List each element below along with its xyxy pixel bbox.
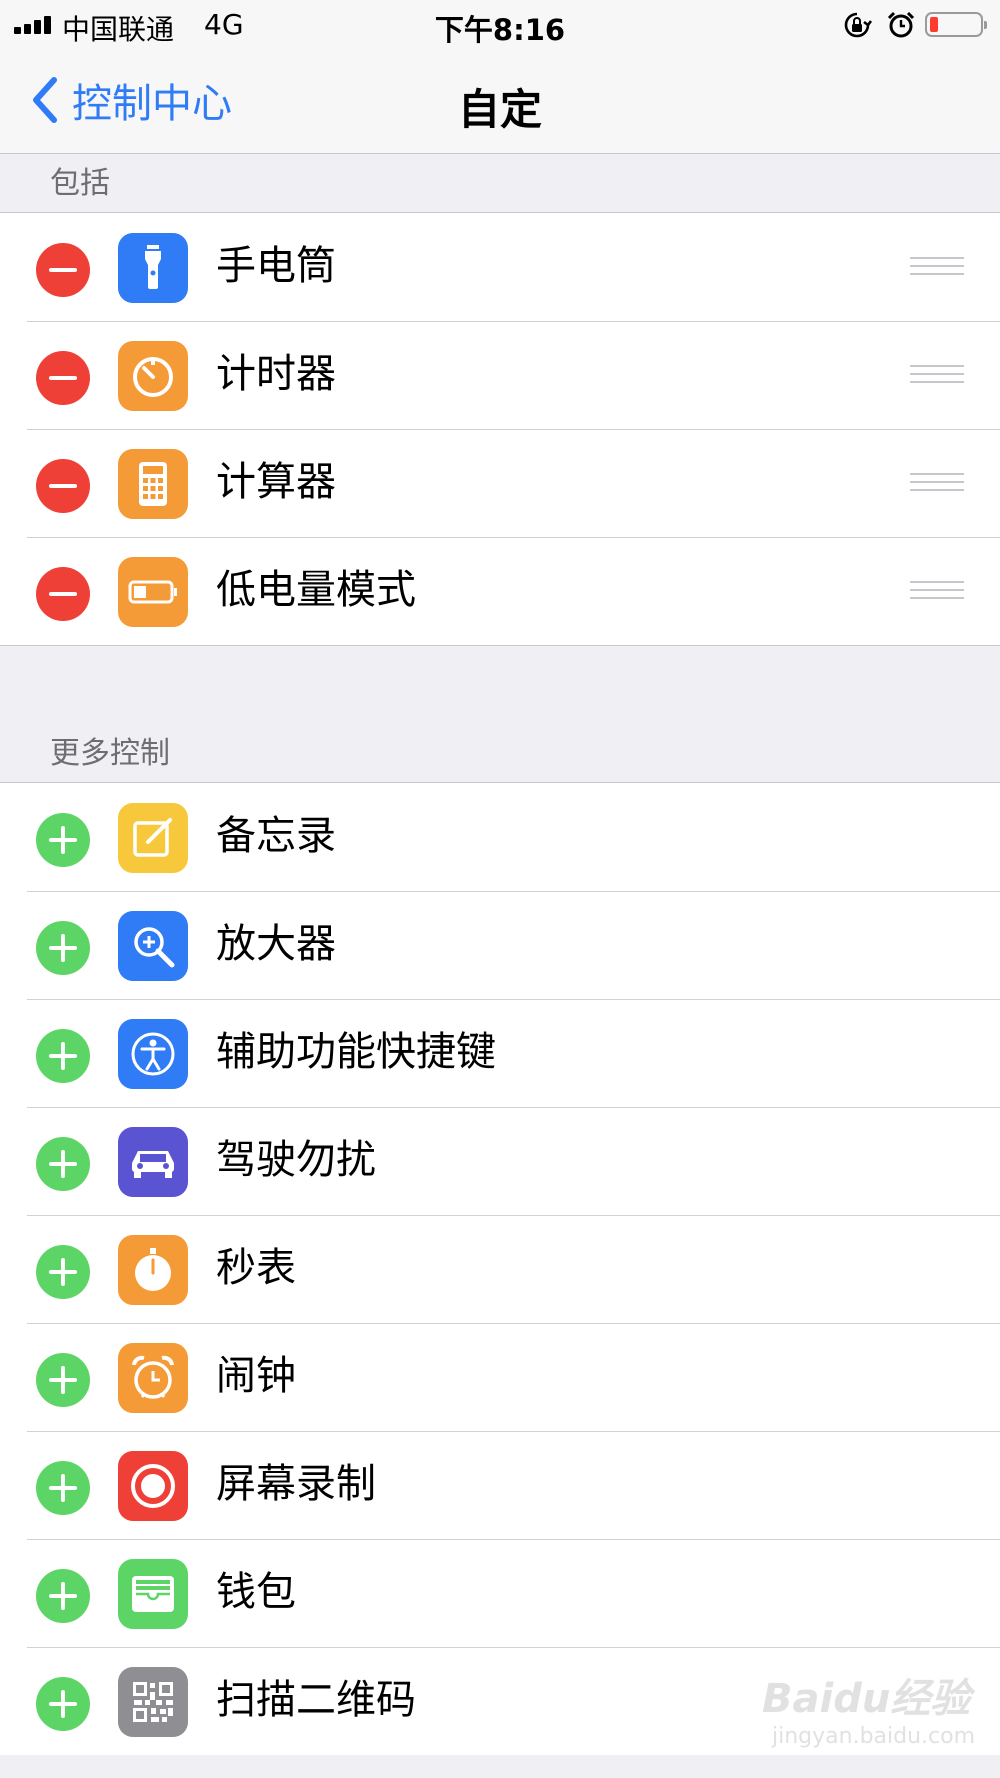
- row-label: 备忘录: [216, 813, 336, 859]
- section-header-more-controls: 更多控制: [50, 736, 170, 771]
- page-title: 自定: [457, 85, 542, 134]
- remove-button[interactable]: [36, 567, 90, 621]
- flashlight-icon: [118, 233, 188, 303]
- row-label: 扫描二维码: [216, 1677, 416, 1723]
- list-item: 低电量模式: [0, 537, 1000, 645]
- watermark-logo-text: Baidu经验: [762, 1676, 971, 1722]
- calculator-icon: [118, 449, 188, 519]
- reorder-handle[interactable]: [910, 581, 964, 603]
- section-header-included: 包括: [50, 166, 110, 201]
- add-button[interactable]: [36, 1569, 90, 1623]
- included-controls-list: 手电筒 计时器 计算器 低电量模式: [0, 212, 1000, 646]
- more-controls-list: 备忘录 放大器 辅助功能快捷键 驾驶勿扰 秒表 闹钟 屏幕录制 钱包 扫描二维码: [0, 782, 1000, 1755]
- list-item: 计时器: [0, 321, 1000, 429]
- list-item: 屏幕录制: [0, 1431, 1000, 1539]
- row-label: 钱包: [216, 1569, 296, 1615]
- list-item: 钱包: [0, 1539, 1000, 1647]
- list-item: 闹钟: [0, 1323, 1000, 1431]
- row-label: 放大器: [216, 921, 336, 967]
- row-label: 辅助功能快捷键: [216, 1029, 496, 1075]
- row-label: 计时器: [216, 351, 336, 397]
- row-label: 屏幕录制: [216, 1461, 376, 1507]
- screen-recording-icon: [118, 1451, 188, 1521]
- qr-code-icon: [118, 1667, 188, 1737]
- alarm-clock-icon: [118, 1343, 188, 1413]
- status-bar: 中国联通 4G 下午8:16: [0, 0, 1000, 50]
- add-button[interactable]: [36, 1029, 90, 1083]
- alarm-status-icon: [886, 10, 916, 40]
- timer-icon: [118, 341, 188, 411]
- battery-level-fill: [930, 17, 938, 32]
- list-item: 秒表: [0, 1215, 1000, 1323]
- wallet-icon: [118, 1559, 188, 1629]
- add-button[interactable]: [36, 1353, 90, 1407]
- remove-button[interactable]: [36, 459, 90, 513]
- stopwatch-icon: [118, 1235, 188, 1305]
- low-power-mode-icon: [118, 557, 188, 627]
- list-item: 备忘录: [0, 783, 1000, 891]
- accessibility-icon: [118, 1019, 188, 1089]
- battery-icon: [925, 12, 987, 37]
- row-label: 低电量模式: [216, 567, 416, 613]
- list-item: 驾驶勿扰: [0, 1107, 1000, 1215]
- remove-button[interactable]: [36, 243, 90, 297]
- rotation-lock-icon: [842, 10, 873, 40]
- reorder-handle[interactable]: [910, 257, 964, 279]
- list-item: 计算器: [0, 429, 1000, 537]
- add-button[interactable]: [36, 1461, 90, 1515]
- reorder-handle[interactable]: [910, 473, 964, 495]
- reorder-handle[interactable]: [910, 365, 964, 387]
- car-icon: [118, 1127, 188, 1197]
- add-button[interactable]: [36, 1137, 90, 1191]
- magnifier-icon: [118, 911, 188, 981]
- notes-icon: [118, 803, 188, 873]
- list-item: 辅助功能快捷键: [0, 999, 1000, 1107]
- watermark: Baidu经验 jingyan.baidu.com: [762, 1650, 982, 1760]
- add-button[interactable]: [36, 813, 90, 867]
- row-label: 秒表: [216, 1245, 296, 1291]
- add-button[interactable]: [36, 1677, 90, 1731]
- row-label: 手电筒: [216, 243, 336, 289]
- add-button[interactable]: [36, 1245, 90, 1299]
- row-label: 计算器: [216, 459, 336, 505]
- row-label: 驾驶勿扰: [216, 1137, 376, 1183]
- watermark-url: jingyan.baidu.com: [772, 1724, 976, 1749]
- list-item: 手电筒: [0, 213, 1000, 321]
- list-item: 放大器: [0, 891, 1000, 999]
- add-button[interactable]: [36, 921, 90, 975]
- navigation-bar: 控制中心 自定: [0, 50, 1000, 154]
- row-label: 闹钟: [216, 1353, 296, 1399]
- remove-button[interactable]: [36, 351, 90, 405]
